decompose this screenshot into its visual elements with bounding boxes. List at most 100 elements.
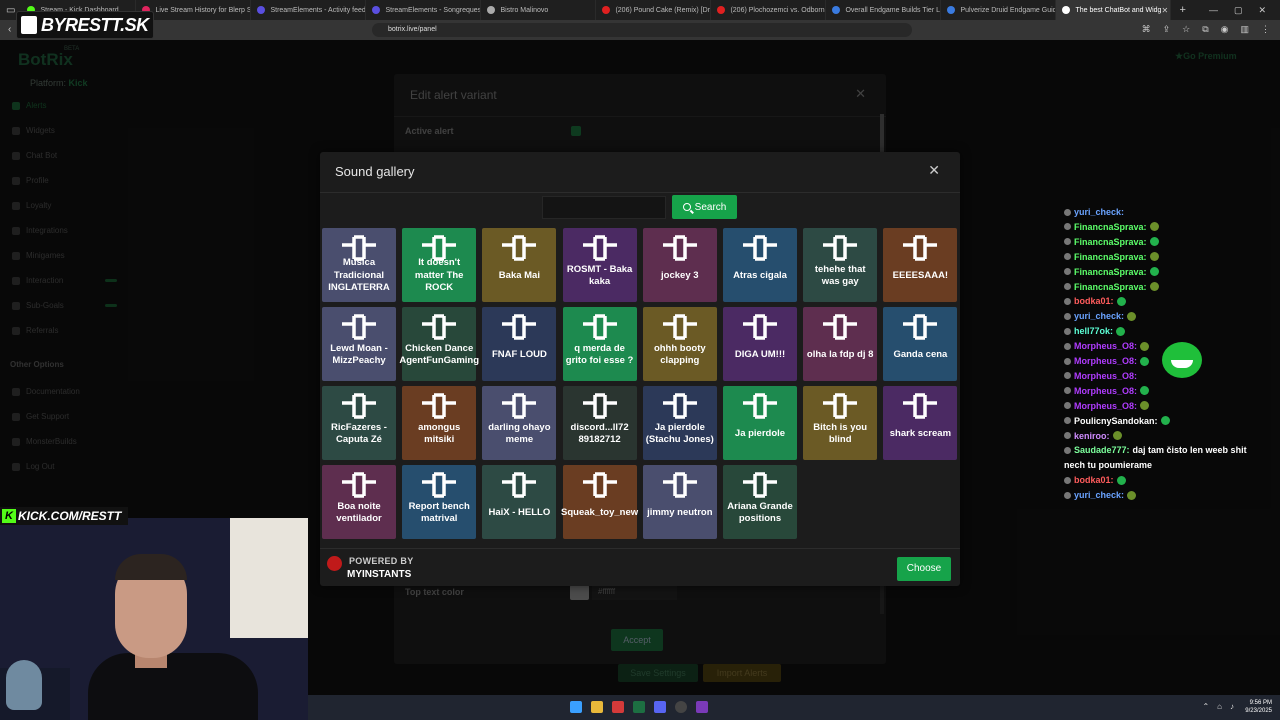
sound-tile[interactable]: discord...ll72 89182712 [562,386,637,460]
sound-tile[interactable]: Chicken Dance AgentFunGaming [399,307,479,381]
chat-username[interactable]: FinancnaSprava: [1074,252,1147,262]
go-premium-link[interactable]: ★Go Premium [1175,51,1237,62]
chat-username[interactable]: yuri_check: [1074,207,1124,217]
chat-username[interactable]: yuri_check: [1074,311,1124,321]
file-explorer-icon[interactable] [591,701,603,713]
sidebar-item[interactable]: Loyalty [12,201,51,210]
chat-username[interactable]: hell77ok: [1074,326,1113,336]
edit-modal-close-icon[interactable]: ✕ [855,86,866,102]
chat-username[interactable]: FinancnaSprava: [1074,267,1147,277]
browser-tab[interactable]: Bistro Malinovo [481,0,597,20]
sidebar-item[interactable]: Referrals [12,326,58,335]
sidebar-item[interactable]: Alerts [12,101,46,110]
close-window-icon[interactable]: ✕ [1258,5,1266,16]
browser-tab[interactable]: The best ChatBot and Widg ✕ [1056,0,1172,20]
start-icon[interactable] [570,701,582,713]
chat-username[interactable]: Morpheus_O8: [1074,401,1137,411]
sound-tile[interactable]: Ja pierdole [723,386,797,460]
sound-tile[interactable]: amongus mitsiki [402,386,477,460]
extensions-icon[interactable]: ⧉ [1202,24,1208,35]
sound-search-input[interactable] [542,196,666,219]
minimize-icon[interactable]: — [1209,5,1218,15]
chat-username[interactable]: Morpheus_O8: [1074,356,1137,366]
obs-icon[interactable] [675,701,687,713]
other-option-item[interactable]: Get Support [12,412,69,421]
tab-close-icon[interactable]: ✕ [1161,6,1168,15]
sidebar-icon[interactable]: ▥ [1240,24,1249,35]
top-text-color-input[interactable]: #ffffff [592,584,677,600]
app-icon[interactable] [696,701,708,713]
chat-username[interactable]: Morpheus_O8: [1074,386,1137,396]
sound-tile[interactable]: Lewd Moan - MizzPeachy [322,307,396,381]
chat-username[interactable]: FinancnaSprava: [1074,222,1147,232]
chat-username[interactable]: Morpheus_O8: [1074,371,1137,381]
maximize-icon[interactable]: ▢ [1234,5,1243,16]
save-settings-button[interactable]: Save Settings [618,664,698,682]
chat-username[interactable]: FinancnaSprava: [1074,282,1147,292]
translate-icon[interactable]: ⌘ [1142,24,1151,35]
sidebar-item[interactable]: Interaction [12,276,63,285]
browser-tab[interactable]: Pulverize Druid Endgame Guide D [941,0,1057,20]
sound-tile[interactable]: q merda de grito foi esse ? [562,307,637,381]
browser-tab[interactable]: StreamElements - Songrequest [366,0,482,20]
sound-tile[interactable]: Boa noite ventilador [322,465,396,539]
sound-tile[interactable]: It doesn't matter The ROCK [402,228,477,302]
sound-tile[interactable]: tehehe that was gay [803,228,878,302]
brand-logo[interactable]: BotRix [18,50,73,70]
sound-tile[interactable]: Ganda cena [883,307,958,381]
choose-button[interactable]: Choose [897,557,951,581]
url-field[interactable]: botrix.live/panel [372,23,912,37]
other-option-item[interactable]: Log Out [12,462,54,471]
discord-icon[interactable] [654,701,666,713]
browser-tab[interactable]: (206) Plochozemci vs. Odborníci 2 [711,0,827,20]
import-alerts-button[interactable]: Import Alerts [703,664,781,682]
browser-tab[interactable]: StreamElements - Activity feed [251,0,367,20]
browser-icon[interactable] [612,701,624,713]
sound-tile[interactable]: Squeak_toy_new [561,465,638,539]
sound-tile[interactable]: Baka Mai [482,228,557,302]
sound-tile[interactable]: Ja pierdole (Stachu Jones) [642,386,717,460]
sound-tile[interactable]: Ariana Grande positions [723,465,797,539]
tray-chevron-icon[interactable]: ⌃ [1202,702,1209,711]
chat-username[interactable]: bodka01: [1074,475,1114,485]
sound-tile[interactable]: Report bench matrival [402,465,477,539]
sidebar-item[interactable]: Profile [12,176,49,185]
other-option-item[interactable]: MonsterBuilds [12,437,77,446]
edit-modal-scrollbar-thumb[interactable] [880,114,884,154]
menu-icon[interactable]: ⋮ [1261,24,1270,35]
sound-tile[interactable]: RicFazeres - Caputa Zé [322,386,396,460]
sound-tile[interactable]: jimmy neutron [642,465,717,539]
sidebar-item[interactable]: Widgets [12,126,55,135]
search-button[interactable]: Search [672,195,737,219]
star-icon[interactable]: ☆ [1182,24,1190,35]
sound-tile[interactable]: ohhh booty clapping [642,307,717,381]
chat-username[interactable]: bodka01: [1074,296,1114,306]
sound-tile[interactable]: ROSMT - Baka kaka [562,228,637,302]
sidebar-item[interactable]: Integrations [12,226,68,235]
chat-username[interactable]: keniroo: [1074,431,1110,441]
chat-username[interactable]: yuri_check: [1074,490,1124,500]
excel-icon[interactable] [633,701,645,713]
profile-icon[interactable]: ◉ [1221,24,1229,35]
sound-tile[interactable]: Bitch is you blind [803,386,878,460]
sound-tile[interactable]: FNAF LOUD [482,307,557,381]
browser-tab[interactable]: Overall Endgame Builds Tier List [826,0,942,20]
new-tab-icon[interactable]: + [1171,4,1193,16]
accept-button[interactable]: Accept [611,629,663,651]
chat-username[interactable]: Morpheus_O8: [1074,341,1137,351]
sound-gallery-close-icon[interactable]: ✕ [928,162,940,179]
chat-username[interactable]: FinancnaSprava: [1074,237,1147,247]
sidebar-item[interactable]: Minigames [12,251,65,260]
chat-username[interactable]: Saudade777: [1074,445,1130,455]
sound-tile[interactable]: Musica Tradicional INGLATERRA [322,228,396,302]
taskbar-clock[interactable]: 9:56 PM 9/23/2025 [1245,699,1272,715]
chat-username[interactable]: PoulicnySandokan: [1074,416,1158,426]
sidebar-item[interactable]: Sub-Goals [12,301,64,310]
back-icon[interactable]: ‹ [8,24,11,35]
sound-tile[interactable]: DIGA UM!!! [723,307,797,381]
sound-tile[interactable]: EEEESAAA! [883,228,958,302]
top-text-color-swatch[interactable] [570,585,589,600]
volume-icon[interactable]: ♪ [1230,702,1234,711]
sound-tile[interactable]: darling ohayo meme [482,386,557,460]
network-icon[interactable]: ⌂ [1217,702,1222,711]
